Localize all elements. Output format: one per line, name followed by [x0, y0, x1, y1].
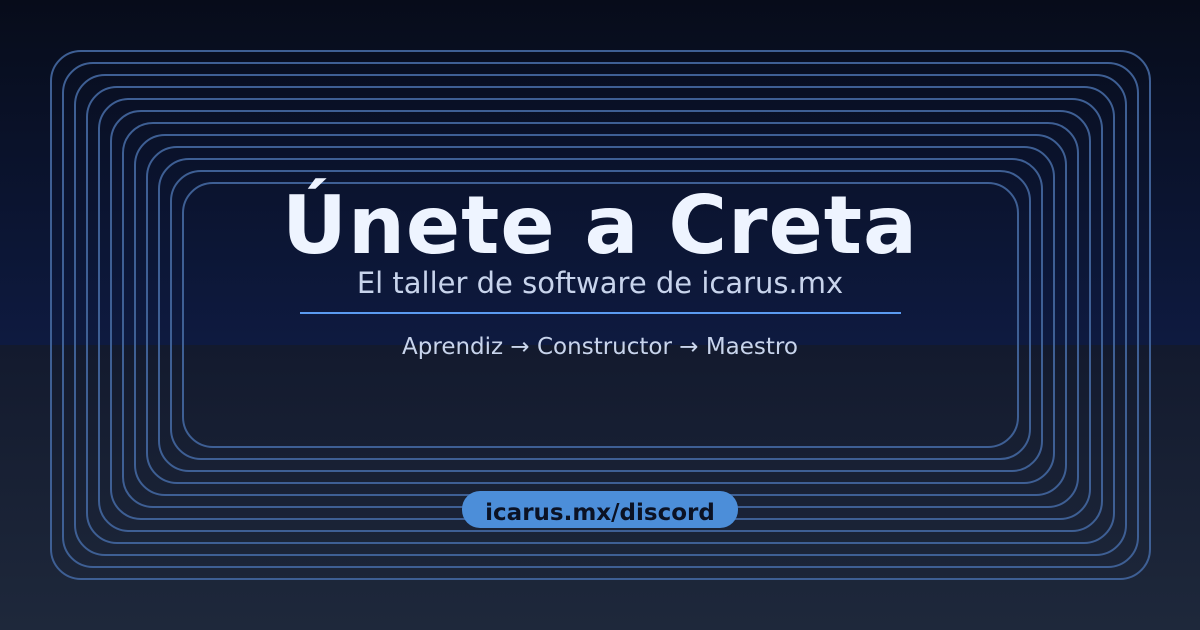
accent-divider [300, 312, 901, 314]
page-title: Únete a Creta [281, 179, 918, 272]
frame-ring [86, 86, 1115, 544]
discord-link-button[interactable]: icarus.mx/discord [462, 491, 738, 528]
concentric-frames [50, 50, 1151, 580]
frame-ring [98, 98, 1103, 532]
frame-ring [110, 110, 1091, 520]
page-subtitle: El taller de software de icarus.mx [356, 266, 844, 300]
progression-steps: Aprendiz → Constructor → Maestro [402, 334, 798, 360]
